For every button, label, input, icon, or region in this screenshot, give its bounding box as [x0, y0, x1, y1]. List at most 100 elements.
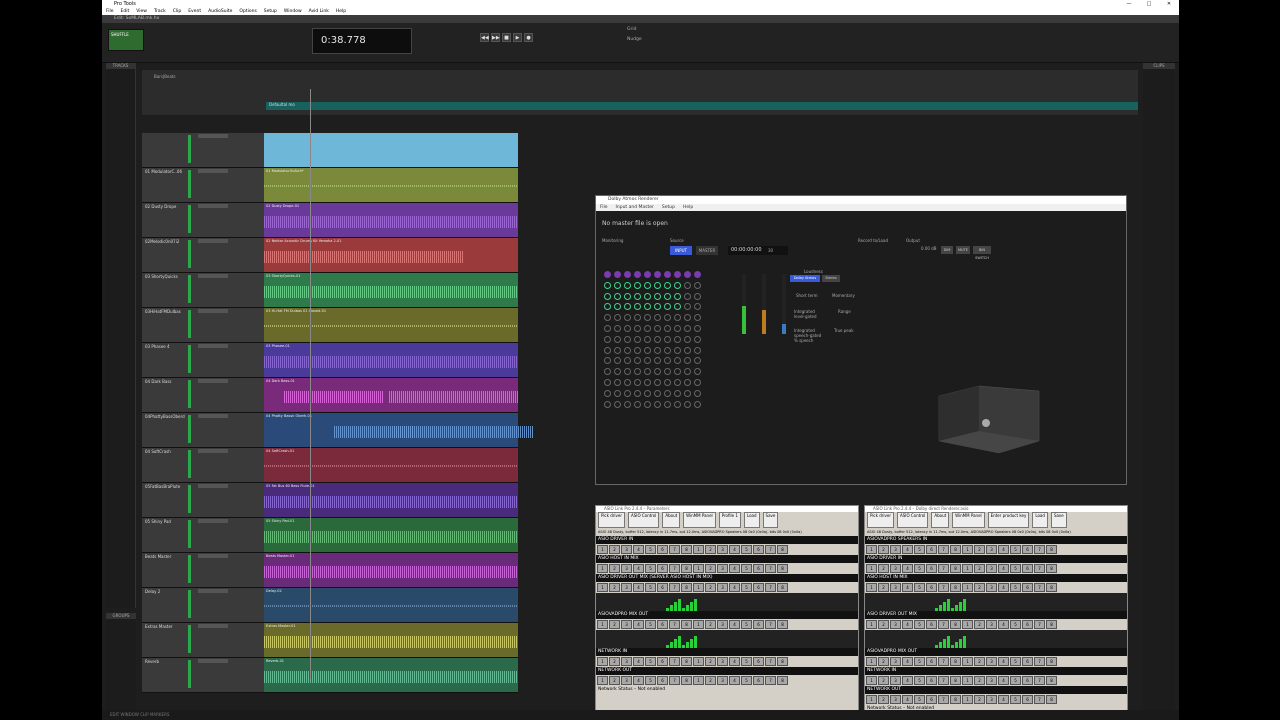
dolby-menu-help[interactable]: Help: [683, 204, 693, 211]
channel-button[interactable]: 2: [878, 657, 889, 666]
channel-button[interactable]: 4: [902, 545, 913, 554]
channel-button[interactable]: 7: [1034, 657, 1045, 666]
asio_left-button[interactable]: Load: [743, 512, 760, 528]
channel-button[interactable]: 5: [1010, 657, 1021, 666]
channel-button[interactable]: 3: [717, 545, 728, 554]
channel-button[interactable]: 8: [1046, 545, 1057, 554]
channel-button[interactable]: 5: [914, 545, 925, 554]
dolby-menu-input-and-master[interactable]: Input and Master: [616, 204, 654, 211]
channel-button[interactable]: 1: [693, 620, 704, 629]
channel-button[interactable]: 2: [609, 583, 620, 592]
channel-button[interactable]: 1: [597, 583, 608, 592]
channel-button[interactable]: 3: [986, 583, 997, 592]
channel-button[interactable]: 2: [974, 545, 985, 554]
track-lane[interactable]: 03 Hi-Hat FM Dulbas 01 Closed-01: [264, 308, 518, 342]
channel-button[interactable]: 6: [926, 657, 937, 666]
channel-button[interactable]: 3: [717, 620, 728, 629]
channel-button[interactable]: 8: [950, 620, 961, 629]
channel-button[interactable]: 8: [777, 564, 788, 573]
track-name[interactable]: 03 ShortyQuicks: [145, 274, 189, 279]
arrangement-clip[interactable]: Defaultal mo: [266, 102, 1138, 110]
channel-button[interactable]: 5: [741, 564, 752, 573]
channel-button[interactable]: 8: [1046, 695, 1057, 704]
channel-button[interactable]: 3: [986, 545, 997, 554]
channel-button[interactable]: 4: [633, 564, 644, 573]
channel-button[interactable]: 8: [777, 545, 788, 554]
channel-button[interactable]: 1: [597, 657, 608, 666]
transport-button-0[interactable]: ◀◀: [480, 33, 489, 42]
track-lane[interactable]: 05 Fat Bus 60 Bass Flute-01: [264, 483, 518, 517]
channel-button[interactable]: 8: [777, 620, 788, 629]
track-io-selector[interactable]: [198, 204, 228, 208]
track-name[interactable]: 05FatBasBraPlute: [145, 484, 189, 489]
track-io-selector[interactable]: [198, 379, 228, 383]
channel-button[interactable]: 8: [1046, 564, 1057, 573]
channel-button[interactable]: 2: [974, 583, 985, 592]
channel-button[interactable]: 2: [705, 620, 716, 629]
asio_right-button[interactable]: About: [931, 512, 950, 528]
close-button[interactable]: ✕: [1159, 0, 1179, 8]
track-lane[interactable]: Beats Master-01: [264, 553, 518, 587]
channel-button[interactable]: 8: [1046, 676, 1057, 685]
channel-button[interactable]: 5: [914, 695, 925, 704]
channel-button[interactable]: 5: [741, 657, 752, 666]
channel-button[interactable]: 5: [1010, 695, 1021, 704]
menu-item-setup[interactable]: Setup: [264, 8, 277, 15]
channel-button[interactable]: 8: [950, 657, 961, 666]
channel-button[interactable]: 5: [645, 564, 656, 573]
channel-button[interactable]: 3: [890, 564, 901, 573]
track-name[interactable]: Extras Master: [145, 624, 189, 629]
channel-button[interactable]: 5: [741, 620, 752, 629]
channel-button[interactable]: 3: [986, 564, 997, 573]
channel-button[interactable]: 3: [717, 583, 728, 592]
channel-button[interactable]: 3: [890, 545, 901, 554]
channel-button[interactable]: 7: [765, 564, 776, 573]
track-name[interactable]: Beats Master: [145, 554, 189, 559]
channel-button[interactable]: 6: [753, 657, 764, 666]
channel-button[interactable]: 7: [1034, 676, 1045, 685]
channel-button[interactable]: 6: [926, 676, 937, 685]
track-name[interactable]: Reverb: [145, 659, 189, 664]
channel-button[interactable]: 5: [741, 676, 752, 685]
channel-button[interactable]: 3: [621, 676, 632, 685]
track-lane[interactable]: Delay-02: [264, 588, 518, 622]
channel-button[interactable]: 1: [962, 583, 973, 592]
channel-button[interactable]: 6: [1022, 695, 1033, 704]
grid-control[interactable]: Grid Nudge: [627, 27, 642, 42]
track-name[interactable]: 04PhattyBassOberd: [145, 414, 189, 419]
track-io-selector[interactable]: [198, 659, 228, 663]
channel-button[interactable]: 1: [866, 676, 877, 685]
channel-button[interactable]: 4: [902, 564, 913, 573]
channel-button[interactable]: 1: [962, 695, 973, 704]
channel-button[interactable]: 5: [645, 676, 656, 685]
transport-button-2[interactable]: ■: [502, 33, 511, 42]
channel-button[interactable]: 7: [669, 545, 680, 554]
track-lane[interactable]: 02 Nektar Acoustic Drums Kit Yamaha 2-01: [264, 238, 518, 272]
channel-button[interactable]: 4: [902, 676, 913, 685]
channel-button[interactable]: 2: [878, 620, 889, 629]
channel-button[interactable]: 6: [926, 545, 937, 554]
channel-button[interactable]: 8: [681, 583, 692, 592]
track-io-selector[interactable]: [198, 414, 228, 418]
channel-button[interactable]: 3: [717, 657, 728, 666]
channel-button[interactable]: 1: [866, 657, 877, 666]
asio_left-button[interactable]: WinMM Panel: [683, 512, 716, 528]
channel-button[interactable]: 1: [693, 583, 704, 592]
channel-button[interactable]: 6: [657, 620, 668, 629]
channel-button[interactable]: 6: [926, 695, 937, 704]
channel-button[interactable]: 5: [741, 583, 752, 592]
channel-button[interactable]: 6: [753, 545, 764, 554]
menu-item-track[interactable]: Track: [154, 8, 166, 15]
channel-button[interactable]: 6: [753, 676, 764, 685]
channel-button[interactable]: 2: [974, 620, 985, 629]
track-name[interactable]: 04 Dark Bass: [145, 379, 189, 384]
channel-button[interactable]: 8: [681, 564, 692, 573]
dolby-menu-setup[interactable]: Setup: [662, 204, 675, 211]
channel-button[interactable]: 1: [962, 620, 973, 629]
channel-button[interactable]: 7: [765, 545, 776, 554]
channel-button[interactable]: 1: [693, 545, 704, 554]
channel-button[interactable]: 7: [938, 564, 949, 573]
main-counter[interactable]: 0:38.778: [312, 28, 412, 54]
menu-item-event[interactable]: Event: [188, 8, 201, 15]
input-button[interactable]: INPUT: [670, 246, 692, 255]
